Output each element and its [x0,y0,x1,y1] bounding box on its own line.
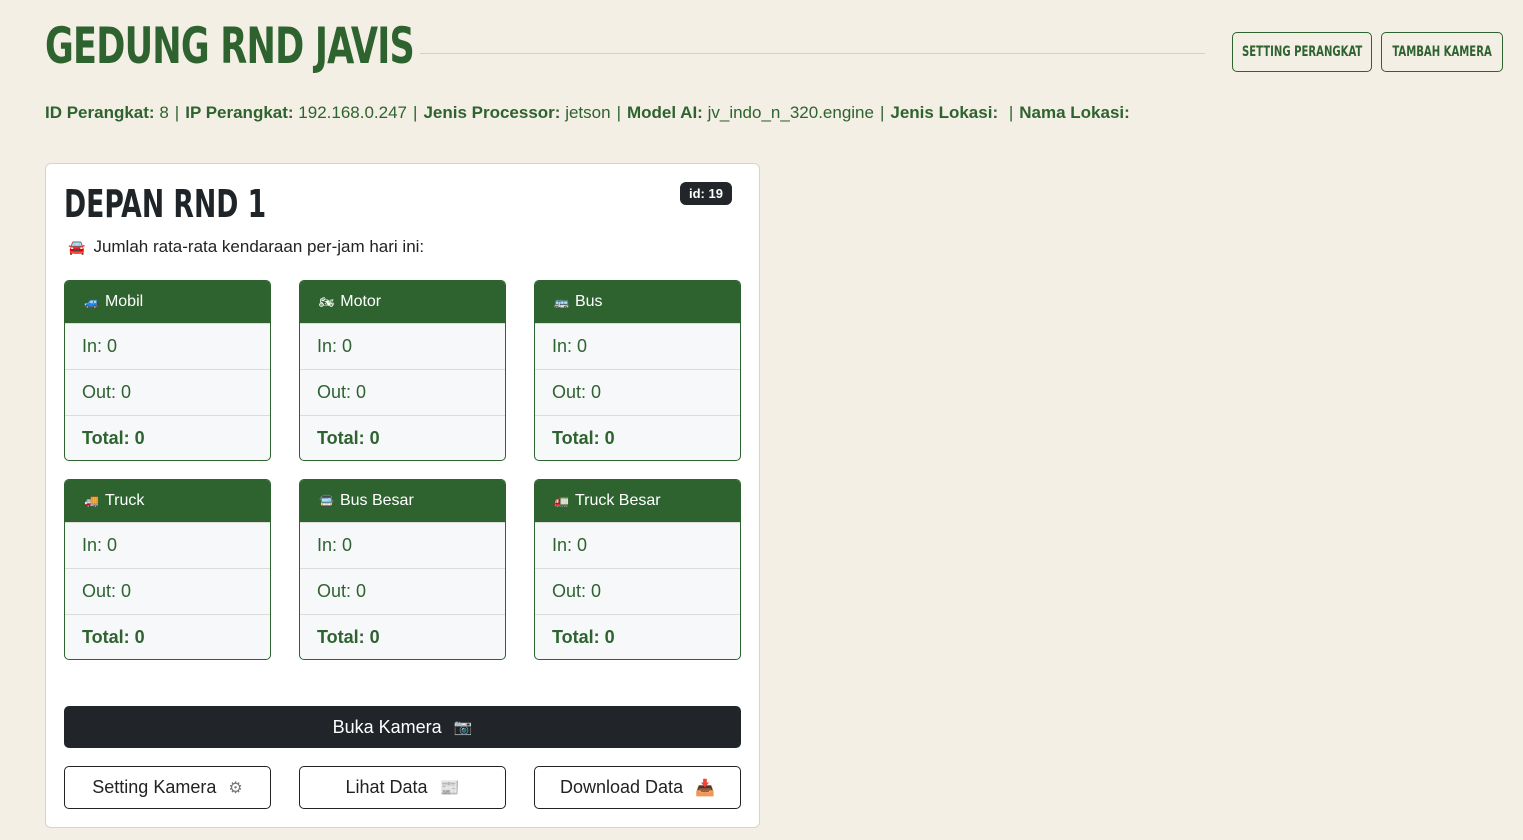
vehicle-total: Total: 0 [65,614,270,659]
vehicle-box-header: 🚙 Mobil [65,281,270,323]
vehicle-out: Out: 0 [300,568,505,614]
device-ip-value: 192.168.0.247 [298,103,408,122]
vehicle-total: Total: 0 [300,415,505,460]
info-separator: | [174,103,180,122]
model-label: Model AI: [626,103,703,122]
subtitle-text: Jumlah rata-rata kendaraan per-jam hari … [93,237,425,256]
vehicle-in: In: 0 [65,323,270,369]
download-data-label: Download Data [560,777,684,797]
location-type-label: Jenis Lokasi: [890,103,999,122]
processor-value: jetson [565,103,611,122]
vehicle-total: Total: 0 [535,415,740,460]
setting-device-button[interactable]: SETTING PERANGKAT [1232,32,1372,72]
vehicle-in: In: 0 [65,522,270,568]
vehicle-label: Mobil [104,293,144,310]
vehicle-label: Bus [574,293,603,310]
camera-id-badge: id: 19 [680,182,732,205]
vehicle-box-mobil: 🚙 Mobil In: 0 Out: 0 Total: 0 [64,280,271,461]
model-value: jv_indo_n_320.engine [707,103,874,122]
download-data-button[interactable]: Download Data 📥 [534,766,741,809]
camera-card: DEPAN RND 1 id: 19 🚘 Jumlah rata-rata ken… [45,163,760,828]
vehicle-out: Out: 0 [535,568,740,614]
info-separator: | [879,103,885,122]
page-title: GEDUNG RND JAVIS [45,17,415,75]
camera-subtitle: 🚘 Jumlah rata-rata kendaraan per-jam hari… [68,237,424,257]
setting-camera-label: Setting Kamera [92,777,217,797]
car-icon: 🚙 [84,295,99,309]
motorcycle-icon: 🏍 [319,295,335,309]
title-divider [420,53,1205,54]
vehicle-in: In: 0 [535,522,740,568]
device-id-value: 8 [159,103,169,122]
info-separator: | [1008,103,1014,122]
device-info: ID Perangkat: 8 | IP Perangkat: 192.168.0.… [45,103,1130,123]
location-name-label: Nama Lokasi: [1019,103,1130,122]
device-ip-label: IP Perangkat: [185,103,294,122]
large-bus-icon: 🚍 [319,494,334,508]
setting-device-label: SETTING PERANGKAT [1241,44,1363,60]
open-camera-button[interactable]: Buka Kamera 📷 [64,706,741,748]
vehicle-label: Motor [340,293,382,310]
vehicle-total: Total: 0 [300,614,505,659]
large-truck-icon: 🚛 [554,494,569,508]
vehicle-out: Out: 0 [65,369,270,415]
newspaper-icon: 📰 [439,779,460,797]
vehicle-in: In: 0 [300,323,505,369]
vehicle-box-header: 🏍 Motor [300,281,505,323]
vehicle-label: Truck [104,492,145,509]
vehicle-out: Out: 0 [300,369,505,415]
add-camera-button[interactable]: TAMBAH KAMERA [1381,32,1503,72]
vehicle-total: Total: 0 [65,415,270,460]
view-data-label: Lihat Data [345,777,428,797]
setting-camera-button[interactable]: Setting Kamera ⚙ [64,766,271,809]
info-separator: | [616,103,621,122]
vehicle-box-header: 🚚 Truck [65,480,270,522]
vehicle-box-header: 🚌 Bus [535,281,740,323]
vehicle-out: Out: 0 [535,369,740,415]
vehicle-label: Bus Besar [339,492,414,509]
view-data-button[interactable]: Lihat Data 📰 [299,766,506,809]
vehicle-box-motor: 🏍 Motor In: 0 Out: 0 Total: 0 [299,280,506,461]
add-camera-label: TAMBAH KAMERA [1392,44,1492,60]
bus-icon: 🚌 [554,295,569,309]
vehicle-box-truck-besar: 🚛 Truck Besar In: 0 Out: 0 Total: 0 [534,479,741,660]
vehicle-in: In: 0 [535,323,740,369]
vehicle-box-bus: 🚌 Bus In: 0 Out: 0 Total: 0 [534,280,741,461]
vehicle-box-bus-besar: 🚍 Bus Besar In: 0 Out: 0 Total: 0 [299,479,506,660]
vehicle-box-truck: 🚚 Truck In: 0 Out: 0 Total: 0 [64,479,271,660]
vehicle-in: In: 0 [300,522,505,568]
vehicle-box-header: 🚍 Bus Besar [300,480,505,522]
open-camera-label: Buka Kamera [332,716,442,737]
vehicle-box-header: 🚛 Truck Besar [535,480,740,522]
processor-label: Jenis Processor: [423,103,561,122]
vehicle-label: Truck Besar [574,492,661,509]
vehicle-out: Out: 0 [65,568,270,614]
car-icon: 🚘 [68,239,86,255]
camera-icon: 📷 [453,719,473,736]
camera-name: DEPAN RND 1 [64,182,267,226]
page-header: GEDUNG RND JAVIS SETTING PERANGKAT TAMBA… [45,12,1505,82]
vehicle-total: Total: 0 [535,614,740,659]
device-id-label: ID Perangkat: [45,103,155,122]
download-icon: 📥 [695,779,715,797]
info-separator: | [413,103,418,122]
gear-icon: ⚙ [228,779,243,797]
truck-icon: 🚚 [84,494,99,508]
